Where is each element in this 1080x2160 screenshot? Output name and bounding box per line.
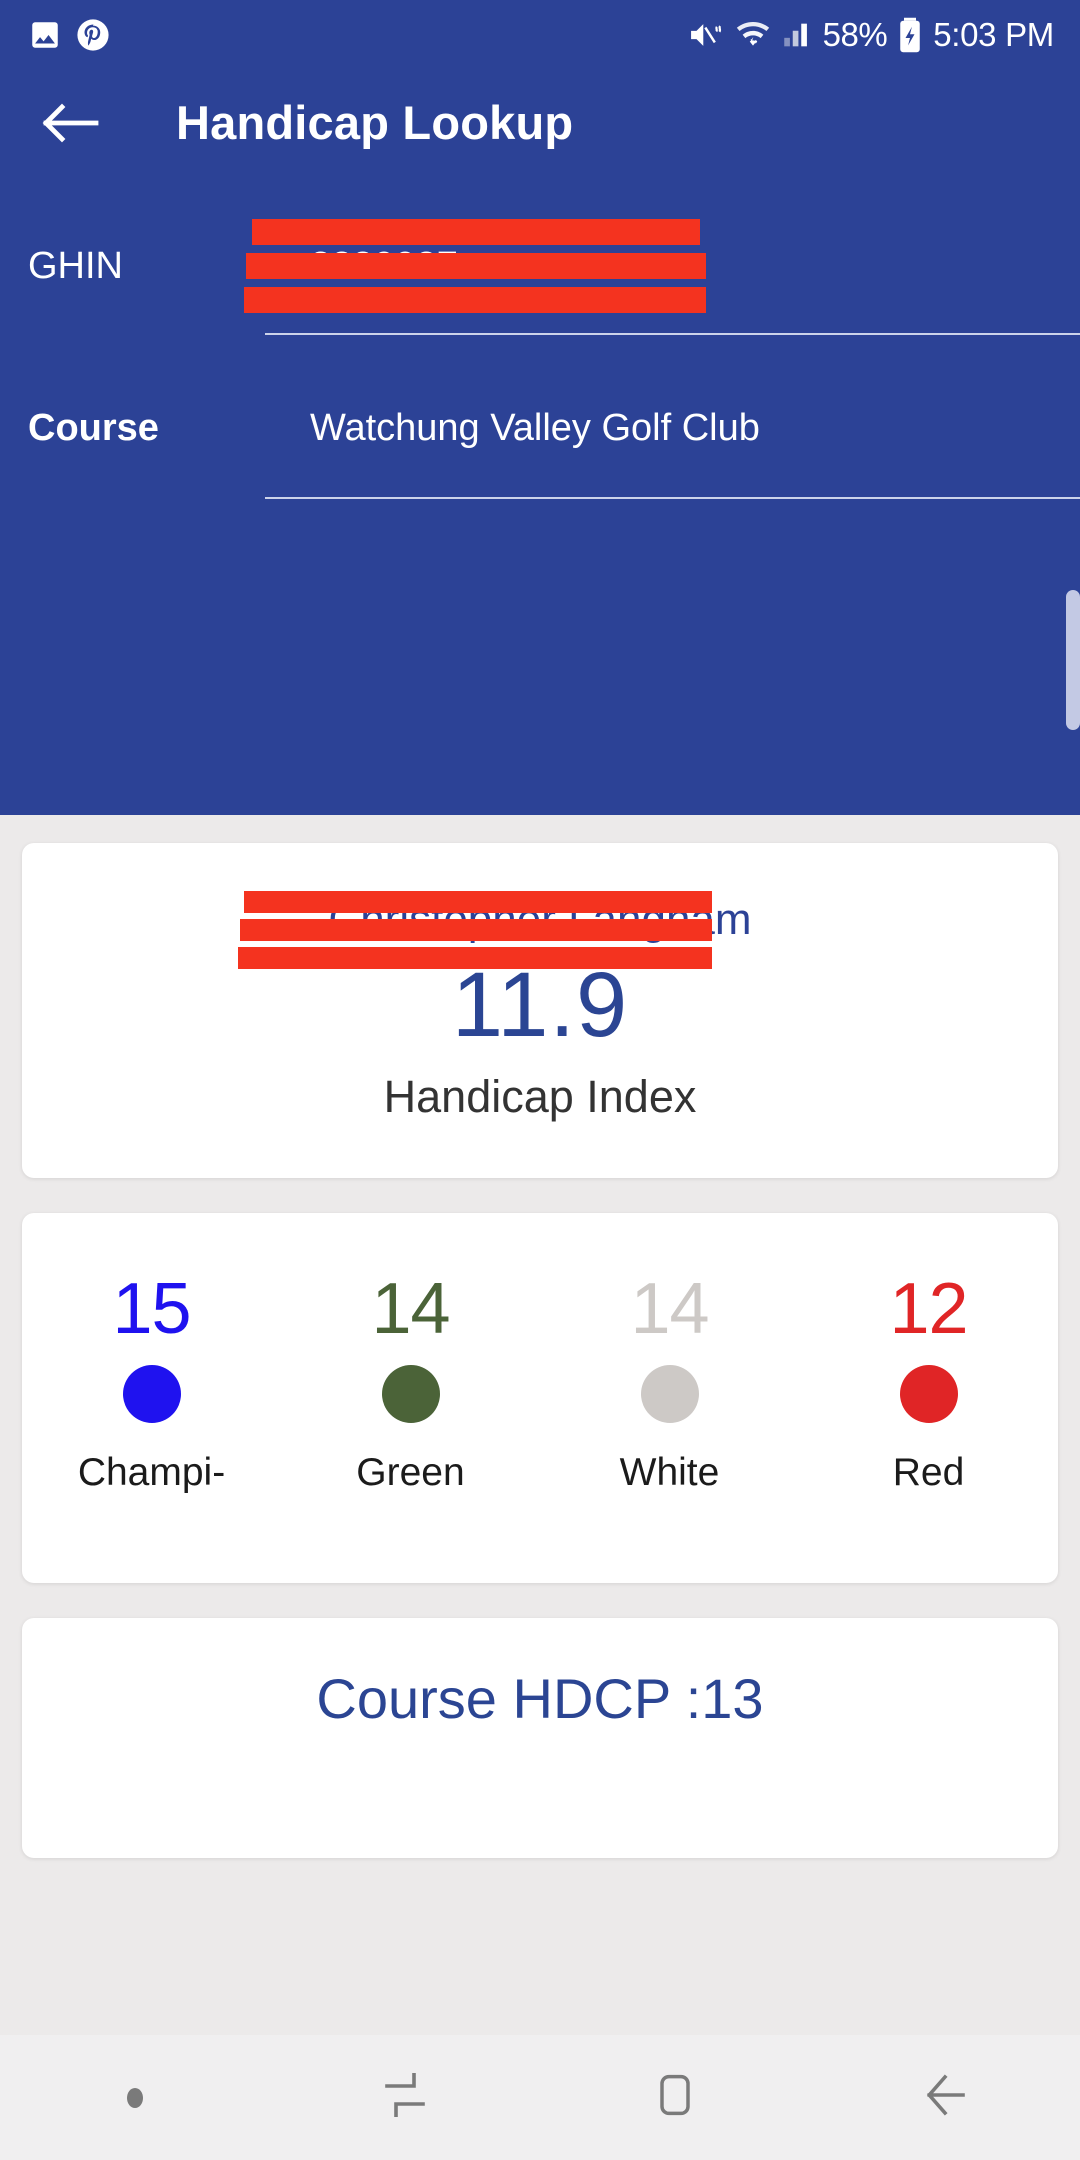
tee-name-label: Red [892,1451,965,1494]
tee-column[interactable]: 14 Green [281,1273,540,1495]
ghin-label: GHIN [28,245,123,287]
tee-handicaps-card: 15 Champi- 14 Green 14 White 12 Red [22,1213,1058,1583]
player-name: Christopher Langham [328,895,752,944]
vertical-scrollbar[interactable] [1066,590,1080,730]
wifi-icon [735,18,771,52]
handicap-index-card: Christopher Langham 11.9 Handicap Index [22,843,1058,1178]
tee-color-dot-icon [640,1365,699,1423]
nav-back-button[interactable] [810,2068,1080,2127]
back-arrow-icon[interactable] [22,99,118,147]
tee-handicap-value: 14 [630,1269,709,1349]
page-title: Handicap Lookup [176,96,574,149]
ghin-value[interactable]: 2230027 [310,245,458,288]
course-value[interactable]: Watchung Valley Golf Club [310,407,760,450]
tee-column[interactable]: 15 Champi- [22,1273,281,1495]
android-nav-bar [0,2035,1080,2160]
status-bar-notification-icons [28,18,110,52]
dot-indicator-icon [127,2087,143,2108]
tee-color-dot-icon [122,1365,181,1423]
nav-dot-indicator[interactable] [0,2087,270,2108]
handicap-index-value: 11.9 [451,954,629,1056]
status-bar-system-icons: 58% 5:03 PM [687,16,1054,54]
tee-column[interactable]: 14 White [540,1273,799,1495]
results-content: Christopher Langham 11.9 Handicap Index … [0,815,1080,2035]
nav-home-button[interactable] [540,2069,810,2126]
signal-icon [781,18,813,52]
phone-screen: 58% 5:03 PM Handicap Lookup GHIN 2230027 [0,0,1080,2160]
tee-color-dot-icon [381,1365,440,1423]
course-underline [265,497,1080,499]
mute-icon [687,18,725,52]
battery-charging-icon [897,17,923,53]
course-hdcp-card: Course HDCP :13 [22,1618,1058,1858]
image-icon [28,18,62,52]
tee-handicap-value: 14 [371,1269,450,1349]
back-icon [918,2068,972,2127]
ghin-underline [265,333,1080,335]
tee-handicap-value: 12 [889,1269,968,1349]
course-hdcp-text: Course HDCP :13 [316,1667,764,1730]
handicap-index-label: Handicap Index [383,1071,697,1122]
lookup-form: GHIN 2230027 Course Watchung Valley Golf… [0,175,1080,815]
app-bar: Handicap Lookup [0,70,1080,175]
nav-recents-button[interactable] [270,2068,540,2127]
course-label: Course [28,407,159,449]
tee-color-dot-icon [899,1365,958,1423]
status-bar-clock: 5:03 PM [933,16,1054,53]
tee-grid: 15 Champi- 14 Green 14 White 12 Red [22,1273,1058,1495]
status-bar: 58% 5:03 PM [0,0,1080,70]
tee-name-label: Green [356,1451,465,1494]
home-icon [649,2069,701,2126]
pinterest-icon [76,18,110,52]
tee-column[interactable]: 12 Red [799,1273,1058,1495]
tee-handicap-value: 15 [112,1269,191,1349]
tee-name-label: Champi- [77,1451,226,1494]
recents-icon [378,2068,432,2127]
battery-percent: 58% [822,16,888,53]
tee-name-label: White [619,1451,720,1494]
